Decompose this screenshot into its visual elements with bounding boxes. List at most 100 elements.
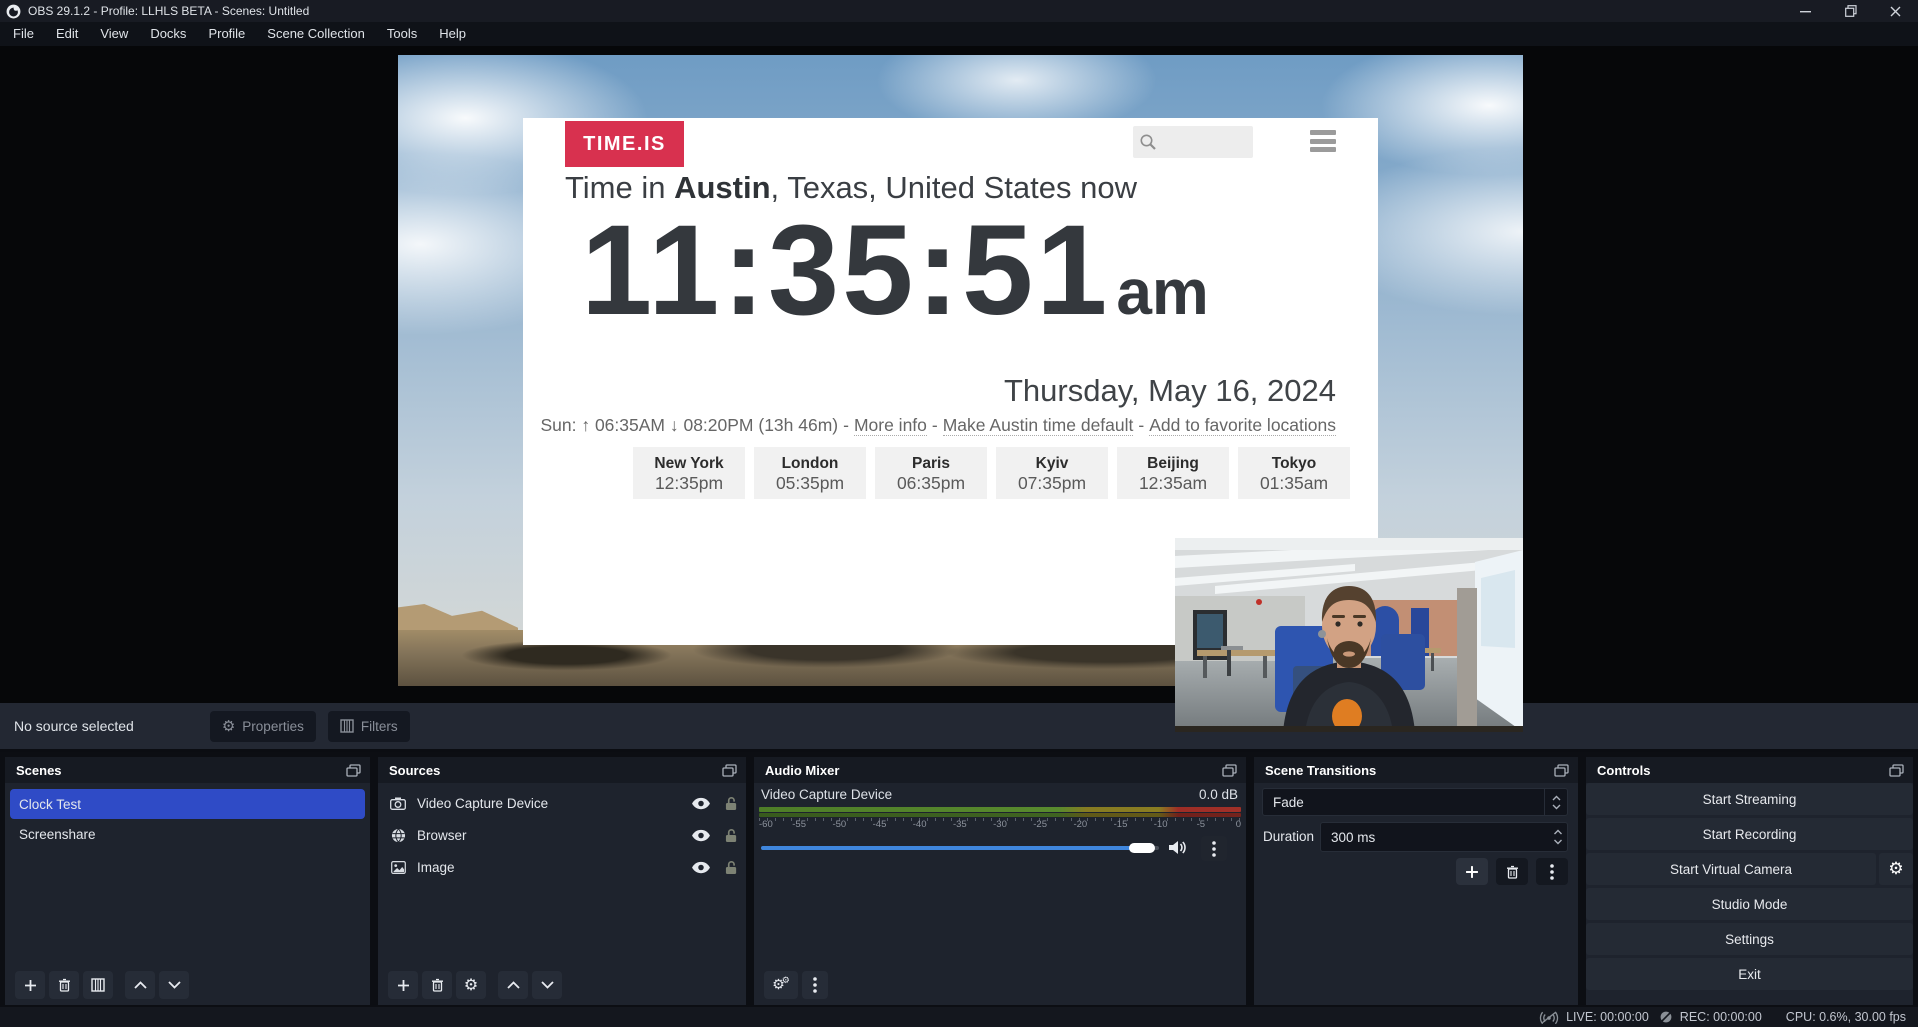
source-item-browser[interactable]: Browser [378,819,746,851]
move-scene-down-button[interactable] [159,971,189,999]
studio-mode-button[interactable]: Studio Mode [1586,888,1913,920]
popout-icon[interactable] [1554,764,1569,777]
camera-icon [389,797,407,810]
menu-view[interactable]: View [89,22,139,46]
settings-button[interactable]: Settings [1586,923,1913,955]
move-source-down-button[interactable] [532,971,562,999]
scene-transitions-dock: Scene Transitions Fade Duration 300 ms [1254,757,1578,1005]
gear-icon: ⚙ [222,719,235,734]
source-context-toolbar: No source selected ⚙ Properties Filters [0,703,1918,749]
lock-icon[interactable] [716,828,746,843]
start-streaming-button[interactable]: Start Streaming [1586,783,1913,815]
scene-list: Clock Test Screenshare [5,789,370,849]
duration-label: Duration [1263,822,1314,852]
lock-icon[interactable] [716,860,746,875]
transition-menu-button[interactable] [1536,858,1568,885]
mixer-toolbar: ⚙⚙ [764,971,828,999]
transitions-header[interactable]: Scene Transitions [1254,757,1578,783]
duration-spin-arrows[interactable] [1553,829,1563,845]
hamburger-menu-icon[interactable] [1310,130,1336,152]
scene-item-screenshare[interactable]: Screenshare [10,819,365,849]
properties-button[interactable]: ⚙ Properties [210,711,316,742]
popout-icon[interactable] [722,764,737,777]
restore-button[interactable] [1828,0,1873,22]
mixer-channel-name: Video Capture Device [761,787,892,802]
remove-source-button[interactable] [422,971,452,999]
add-source-button[interactable] [388,971,418,999]
obs-window: OBS 29.1.2 - Profile: LLHLS BETA - Scene… [0,0,1918,1027]
transition-select-arrows[interactable] [1544,789,1567,815]
popout-icon[interactable] [1889,764,1904,777]
volume-slider-handle[interactable] [1129,843,1155,853]
menu-edit[interactable]: Edit [45,22,89,46]
controls-header[interactable]: Controls [1586,757,1913,783]
webcam-video-overlay[interactable] [1175,538,1523,732]
menu-docks[interactable]: Docks [139,22,197,46]
advanced-audio-button[interactable]: ⚙⚙ [764,971,798,999]
virtual-camera-config-button[interactable]: ⚙ [1879,853,1913,885]
menu-profile[interactable]: Profile [197,22,256,46]
menu-tools[interactable]: Tools [376,22,428,46]
audio-mixer-header[interactable]: Audio Mixer [754,757,1246,783]
filters-button[interactable]: Filters [328,711,410,742]
make-default-link[interactable]: Make Austin time default [943,415,1134,436]
transition-select[interactable]: Fade [1262,788,1568,816]
visibility-eye-icon[interactable] [686,861,716,874]
speaker-icon[interactable] [1168,839,1187,861]
move-source-up-button[interactable] [498,971,528,999]
duration-spinbox[interactable]: 300 ms [1320,822,1568,852]
source-properties-button[interactable]: ⚙ [456,971,486,999]
menu-bar: File Edit View Docks Profile Scene Colle… [0,22,1918,46]
visibility-eye-icon[interactable] [686,829,716,842]
city-kyiv[interactable]: Kyiv 07:35pm [996,447,1108,499]
time-value: 11:35:51 [581,199,1110,342]
add-transition-button[interactable] [1456,858,1488,885]
add-favorite-link[interactable]: Add to favorite locations [1149,415,1336,436]
lock-icon[interactable] [716,796,746,811]
remove-transition-button[interactable] [1496,858,1528,885]
close-button[interactable] [1873,0,1918,22]
cpu-fps-status: CPU: 0.6%, 30.00 fps [1786,1010,1906,1024]
city-new-york[interactable]: New York 12:35pm [633,447,745,499]
scenes-toolbar [15,971,189,999]
mixer-menu-button[interactable] [802,971,828,999]
search-input[interactable] [1157,129,1247,155]
city-beijing[interactable]: Beijing 12:35am [1117,447,1229,499]
scenes-dock: Scenes Clock Test Screenshare [5,757,370,1005]
menu-help[interactable]: Help [428,22,477,46]
scenes-dock-header[interactable]: Scenes [5,757,370,783]
mixer-channel-menu-button[interactable] [1201,836,1227,861]
more-info-link[interactable]: More info [854,415,927,436]
visibility-eye-icon[interactable] [686,797,716,810]
controls-dock: Controls Start Streaming Start Recording… [1586,757,1913,1005]
time-ampm: am [1116,256,1209,328]
search-icon [1139,133,1157,151]
start-virtual-camera-button[interactable]: Start Virtual Camera [1586,853,1876,885]
source-item-image[interactable]: Image [378,851,746,883]
move-scene-up-button[interactable] [125,971,155,999]
sun-times: Sun: ↑ 06:35AM ↓ 08:20PM (13h 46m) [540,415,838,435]
add-scene-button[interactable] [15,971,45,999]
preview-canvas[interactable]: TIME.IS Time in Austin, Texas, United St… [0,46,1918,703]
city-paris[interactable]: Paris 06:35pm [875,447,987,499]
sources-dock-header[interactable]: Sources [378,757,746,783]
start-recording-button[interactable]: Start Recording [1586,818,1913,850]
city-london[interactable]: London 05:35pm [754,447,866,499]
volume-slider[interactable] [761,846,1159,850]
scene-item-clock-test[interactable]: Clock Test [10,789,365,819]
source-item-video-capture[interactable]: Video Capture Device [378,787,746,819]
timeis-logo[interactable]: TIME.IS [565,121,684,167]
menu-scene-collection[interactable]: Scene Collection [256,22,376,46]
minimize-button[interactable] [1783,0,1828,22]
popout-icon[interactable] [346,764,361,777]
scene-filters-button[interactable] [83,971,113,999]
record-inactive-icon [1659,1010,1673,1024]
menu-file[interactable]: File [2,22,45,46]
transitions-title: Scene Transitions [1265,763,1376,778]
city-tokyo[interactable]: Tokyo 01:35am [1238,447,1350,499]
sources-dock: Sources Video Capture Device [378,757,746,1005]
exit-button[interactable]: Exit [1586,958,1913,990]
popout-icon[interactable] [1222,764,1237,777]
remove-scene-button[interactable] [49,971,79,999]
search-box[interactable] [1133,126,1253,158]
